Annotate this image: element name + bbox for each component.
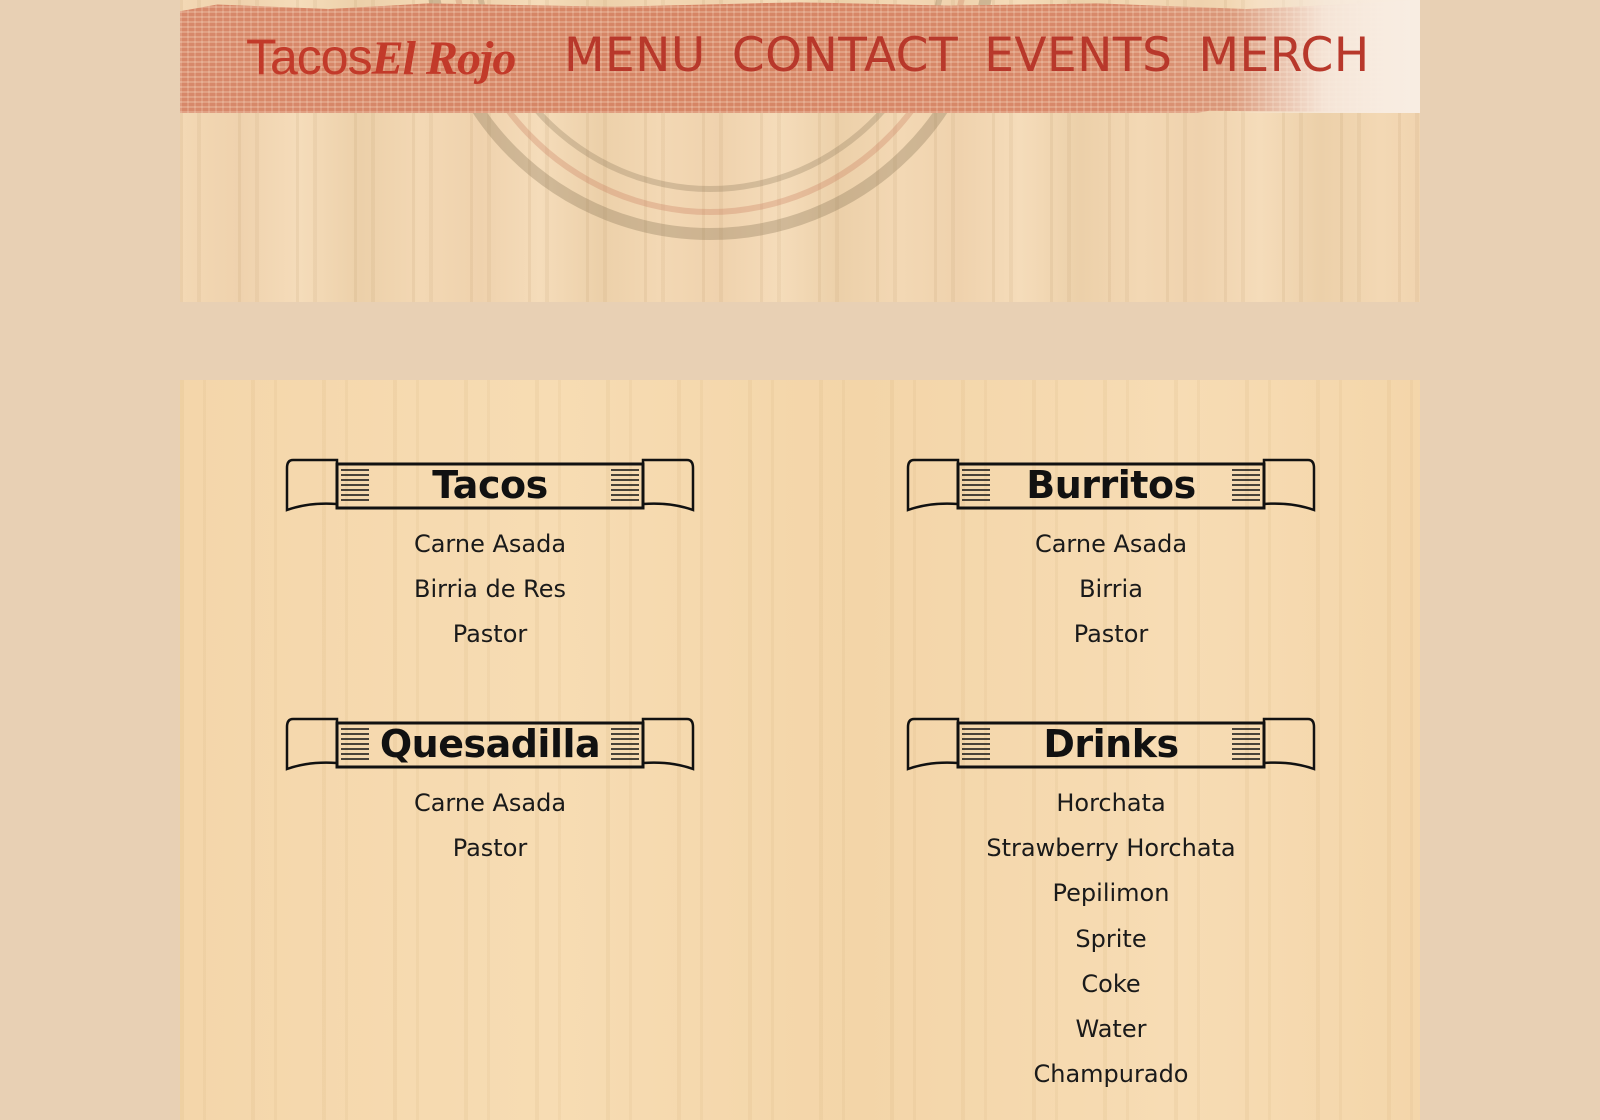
- section-title: Quesadilla: [379, 722, 601, 766]
- menu-panel: Tacos Carne Asada Birria de Res Pastor B…: [180, 380, 1420, 1120]
- menu-section-drinks: Drinks Horchata Strawberry Horchata Pepi…: [906, 717, 1316, 1097]
- nav-item-merch[interactable]: MERCH: [1198, 26, 1369, 86]
- list-item: Carne Asada: [1034, 530, 1188, 558]
- list-item: Pastor: [1073, 620, 1149, 649]
- menu-section-burritos: Burritos Carne Asada Birria Pastor: [906, 458, 1316, 658]
- section-item-list: Carne Asada Birria Pastor: [906, 522, 1316, 658]
- brand-tacos-text: Tacos: [246, 29, 373, 85]
- list-item: Horchata: [1056, 789, 1166, 817]
- main-nav: MENU CONTACT EVENTS MERCH: [564, 26, 1370, 86]
- menu-section-quesadilla: Quesadilla Carne Asada Pastor: [285, 717, 695, 871]
- brand-elrojo-text: El Rojo: [371, 32, 517, 85]
- menu-section-tacos: Tacos Carne Asada Birria de Res Pastor: [285, 458, 695, 658]
- section-title: Drinks: [1043, 722, 1179, 766]
- list-item: Carne Asada: [413, 789, 567, 817]
- list-item: Strawberry Horchata: [986, 834, 1236, 863]
- list-item: Pastor: [452, 834, 528, 863]
- list-item: Sprite: [1075, 924, 1147, 953]
- nav-item-menu[interactable]: MENU: [564, 26, 706, 86]
- brand-logo-link[interactable]: Tacos El Rojo: [246, 28, 517, 88]
- nav-item-events[interactable]: EVENTS: [984, 26, 1172, 86]
- list-item: Birria de Res: [414, 575, 566, 604]
- list-item: Carne Asada: [413, 530, 567, 558]
- section-title: Tacos: [432, 463, 548, 507]
- site-header: Tacos El Rojo MENU CONTACT EVENTS MERCH: [180, 0, 1420, 302]
- list-item: Birria: [1079, 575, 1143, 604]
- list-item: Water: [1075, 1015, 1147, 1044]
- section-item-list: Carne Asada Birria de Res Pastor: [285, 522, 695, 658]
- list-item: Pastor: [452, 620, 528, 649]
- section-title: Burritos: [1026, 463, 1196, 507]
- section-banner: Drinks: [906, 717, 1316, 773]
- section-banner: Tacos: [285, 458, 695, 514]
- section-banner: Burritos: [906, 458, 1316, 514]
- list-item: Champurado: [1033, 1060, 1189, 1089]
- section-banner: Quesadilla: [285, 717, 695, 773]
- list-item: Coke: [1081, 969, 1141, 998]
- nav-item-contact[interactable]: CONTACT: [732, 26, 958, 86]
- section-item-list: Horchata Strawberry Horchata Pepilimon S…: [906, 781, 1316, 1097]
- page: Tacos El Rojo MENU CONTACT EVENTS MERCH: [0, 0, 1600, 1120]
- list-item: Pepilimon: [1052, 879, 1170, 908]
- section-item-list: Carne Asada Pastor: [285, 781, 695, 871]
